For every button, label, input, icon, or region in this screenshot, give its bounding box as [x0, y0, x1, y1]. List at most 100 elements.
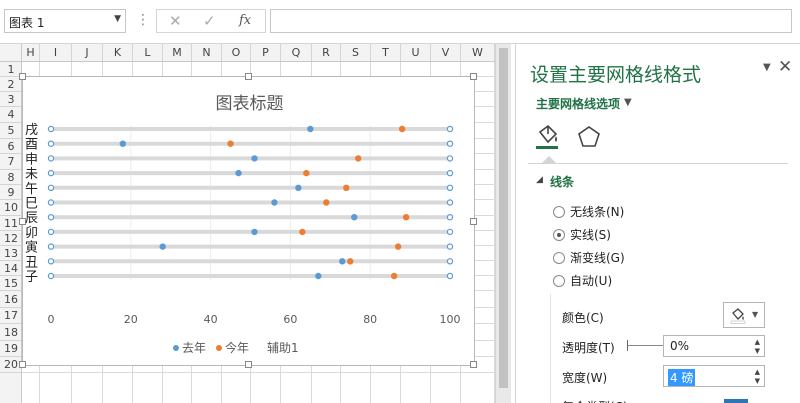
row-header[interactable]: 12 [0, 231, 21, 246]
transparency-slider[interactable] [627, 340, 667, 351]
radio-circle-icon[interactable] [553, 275, 565, 287]
section-line[interactable]: 线条 [550, 173, 574, 190]
column-header[interactable]: W [461, 44, 495, 61]
category-label: 卯 [25, 226, 38, 241]
transparency-label: 透明度(T) [562, 341, 615, 355]
spin-down-icon[interactable]: ▼ [755, 377, 760, 385]
radio-solid-line[interactable]: 实线(S) [553, 226, 611, 243]
column-header[interactable]: M [163, 44, 192, 61]
legend-item-helper[interactable]: 辅助1 [267, 339, 299, 356]
name-box[interactable]: 图表 1 ▼ [4, 9, 126, 33]
row-header[interactable]: 14 [0, 261, 21, 276]
fill-line-icon[interactable] [532, 122, 562, 152]
radio-gradient-line[interactable]: 渐变线(G) [553, 249, 625, 266]
format-gridlines-pane: 设置主要网格线格式 ▼ ✕ 主要网格线选项 ▼ ◢ 线条 无线条(N) 实线(S… [515, 44, 800, 403]
helper-start-point [47, 169, 55, 177]
column-header[interactable]: Q [281, 44, 312, 61]
helper-start-point [47, 155, 55, 162]
column-header[interactable]: N [192, 44, 222, 61]
transparency-value[interactable]: 0% [670, 339, 689, 353]
point-last-year [271, 199, 278, 206]
column-header[interactable]: L [133, 44, 163, 61]
formula-input[interactable] [270, 9, 792, 33]
radio-label: 自动(U) [570, 274, 613, 288]
fx-icon[interactable]: fx [239, 13, 251, 28]
radio-circle-icon[interactable] [553, 206, 565, 218]
compound-type-swatch[interactable] [724, 399, 748, 403]
category-label: 酉 [25, 138, 38, 153]
row-header[interactable]: 6 [0, 139, 21, 154]
x-tick-label: 20 [124, 313, 138, 326]
effects-icon[interactable] [574, 122, 604, 152]
chevron-down-icon[interactable]: ▼ [763, 62, 771, 73]
row-header[interactable]: 19 [0, 341, 21, 357]
cancel-icon[interactable]: ✕ [169, 12, 182, 30]
x-tick-label: 0 [48, 313, 55, 326]
radio-automatic[interactable]: 自动(U) [553, 272, 612, 289]
transparency-input[interactable]: 0% ▲ ▼ [663, 335, 765, 357]
plot-area[interactable]: 戌酉申未午巳辰卯寅丑子 0 20 40 60 80 100 [23, 77, 476, 367]
row-header[interactable]: 10 [0, 200, 21, 216]
column-header[interactable]: T [371, 44, 401, 61]
category-label: 子 [25, 270, 38, 285]
vertical-scrollbar[interactable] [495, 44, 511, 403]
width-value[interactable]: 4 磅 [668, 369, 696, 386]
row-header[interactable]: 15 [0, 276, 21, 291]
helper-start-point [47, 228, 55, 236]
column-header[interactable]: J [72, 44, 103, 61]
slider-handle[interactable] [627, 340, 628, 351]
column-header[interactable]: R [312, 44, 341, 61]
point-this-year [394, 243, 402, 250]
width-input[interactable]: 4 磅 ▲ ▼ [663, 365, 765, 387]
legend-item-this-year[interactable]: 今年 [216, 339, 249, 356]
column-header[interactable]: I [40, 44, 72, 61]
legend-item-last-year[interactable]: 去年 [173, 339, 206, 356]
select-all-corner[interactable] [0, 44, 22, 62]
row-header[interactable]: 17 [0, 308, 21, 324]
column-header[interactable]: U [401, 44, 431, 61]
chevron-down-icon[interactable]: ▼ [114, 14, 121, 24]
radio-no-line[interactable]: 无线条(N) [553, 203, 624, 220]
point-last-year [307, 125, 314, 133]
row-header[interactable]: 18 [0, 324, 21, 341]
spin-down-icon[interactable]: ▼ [755, 347, 760, 355]
close-icon[interactable]: ✕ [778, 57, 792, 77]
column-header[interactable]: V [431, 44, 461, 61]
category-label: 巳 [25, 197, 38, 212]
row-header[interactable]: 4 [0, 107, 21, 123]
column-header[interactable]: P [251, 44, 281, 61]
row-header[interactable]: 13 [0, 246, 21, 261]
row-header[interactable]: 8 [0, 170, 21, 185]
radio-circle-icon[interactable] [553, 252, 565, 264]
legend-dot-icon [216, 345, 222, 351]
row-header[interactable]: 5 [0, 123, 21, 139]
gridline-options-dropdown[interactable]: 主要网格线选项 [536, 95, 620, 112]
helper-end-point [446, 155, 454, 162]
column-header[interactable]: O [222, 44, 251, 61]
chevron-down-icon[interactable]: ▼ [624, 97, 632, 108]
row-header[interactable]: 3 [0, 92, 21, 107]
point-this-year [390, 272, 398, 280]
column-header[interactable]: K [103, 44, 133, 61]
row-header[interactable]: 16 [0, 291, 21, 308]
point-this-year [323, 199, 330, 206]
helper-end-point [446, 125, 454, 133]
tab-divider [528, 163, 788, 164]
row-header[interactable]: 9 [0, 185, 21, 200]
grid-line [22, 372, 495, 373]
column-header[interactable]: S [341, 44, 371, 61]
row-header[interactable]: 7 [0, 154, 21, 170]
radio-circle-icon[interactable] [553, 229, 565, 241]
enter-icon[interactable]: ✓ [203, 12, 216, 30]
scroll-thumb[interactable] [499, 48, 508, 388]
point-this-year [227, 140, 234, 147]
indent-divider [550, 294, 551, 403]
point-this-year [299, 228, 306, 236]
color-picker-button[interactable]: ▼ [723, 302, 765, 328]
category-label: 申 [25, 152, 38, 167]
spin-up-icon[interactable]: ▲ [755, 338, 760, 346]
spin-up-icon[interactable]: ▲ [755, 368, 760, 376]
column-header[interactable]: H [22, 44, 40, 61]
collapse-triangle-icon[interactable]: ◢ [536, 175, 543, 185]
chart-object[interactable]: 图表标题 戌酉申未午巳辰卯寅丑子 0 20 40 60 80 100 去年 今年 辅助1 [19, 73, 477, 368]
